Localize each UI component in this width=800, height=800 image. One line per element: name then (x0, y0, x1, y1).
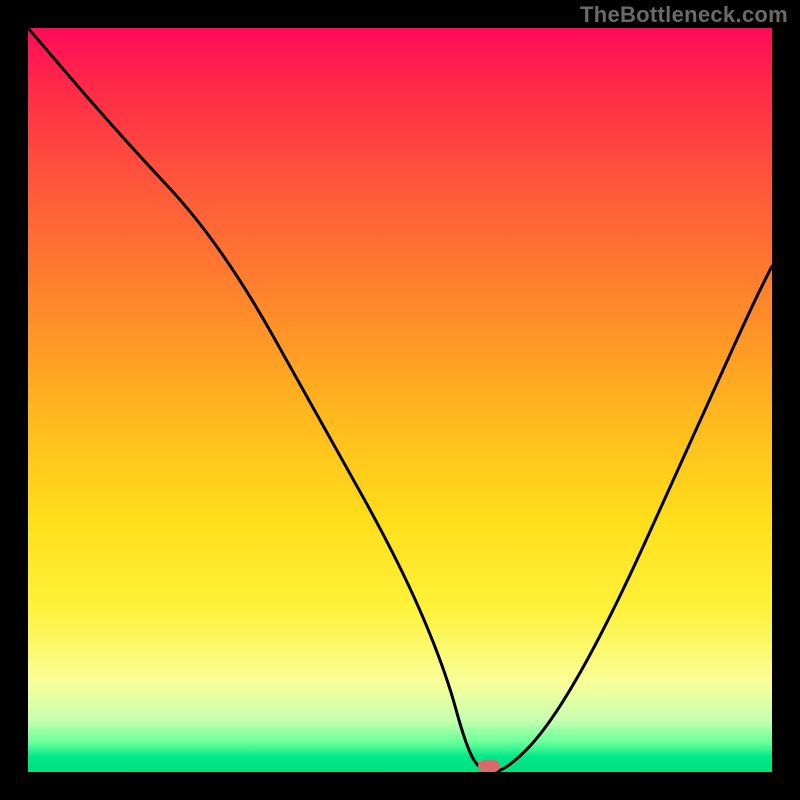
plot-area (28, 28, 772, 772)
optimal-marker (478, 760, 500, 772)
bottleneck-curve (28, 28, 772, 772)
chart-frame: TheBottleneck.com (0, 0, 800, 800)
watermark-text: TheBottleneck.com (580, 2, 788, 28)
